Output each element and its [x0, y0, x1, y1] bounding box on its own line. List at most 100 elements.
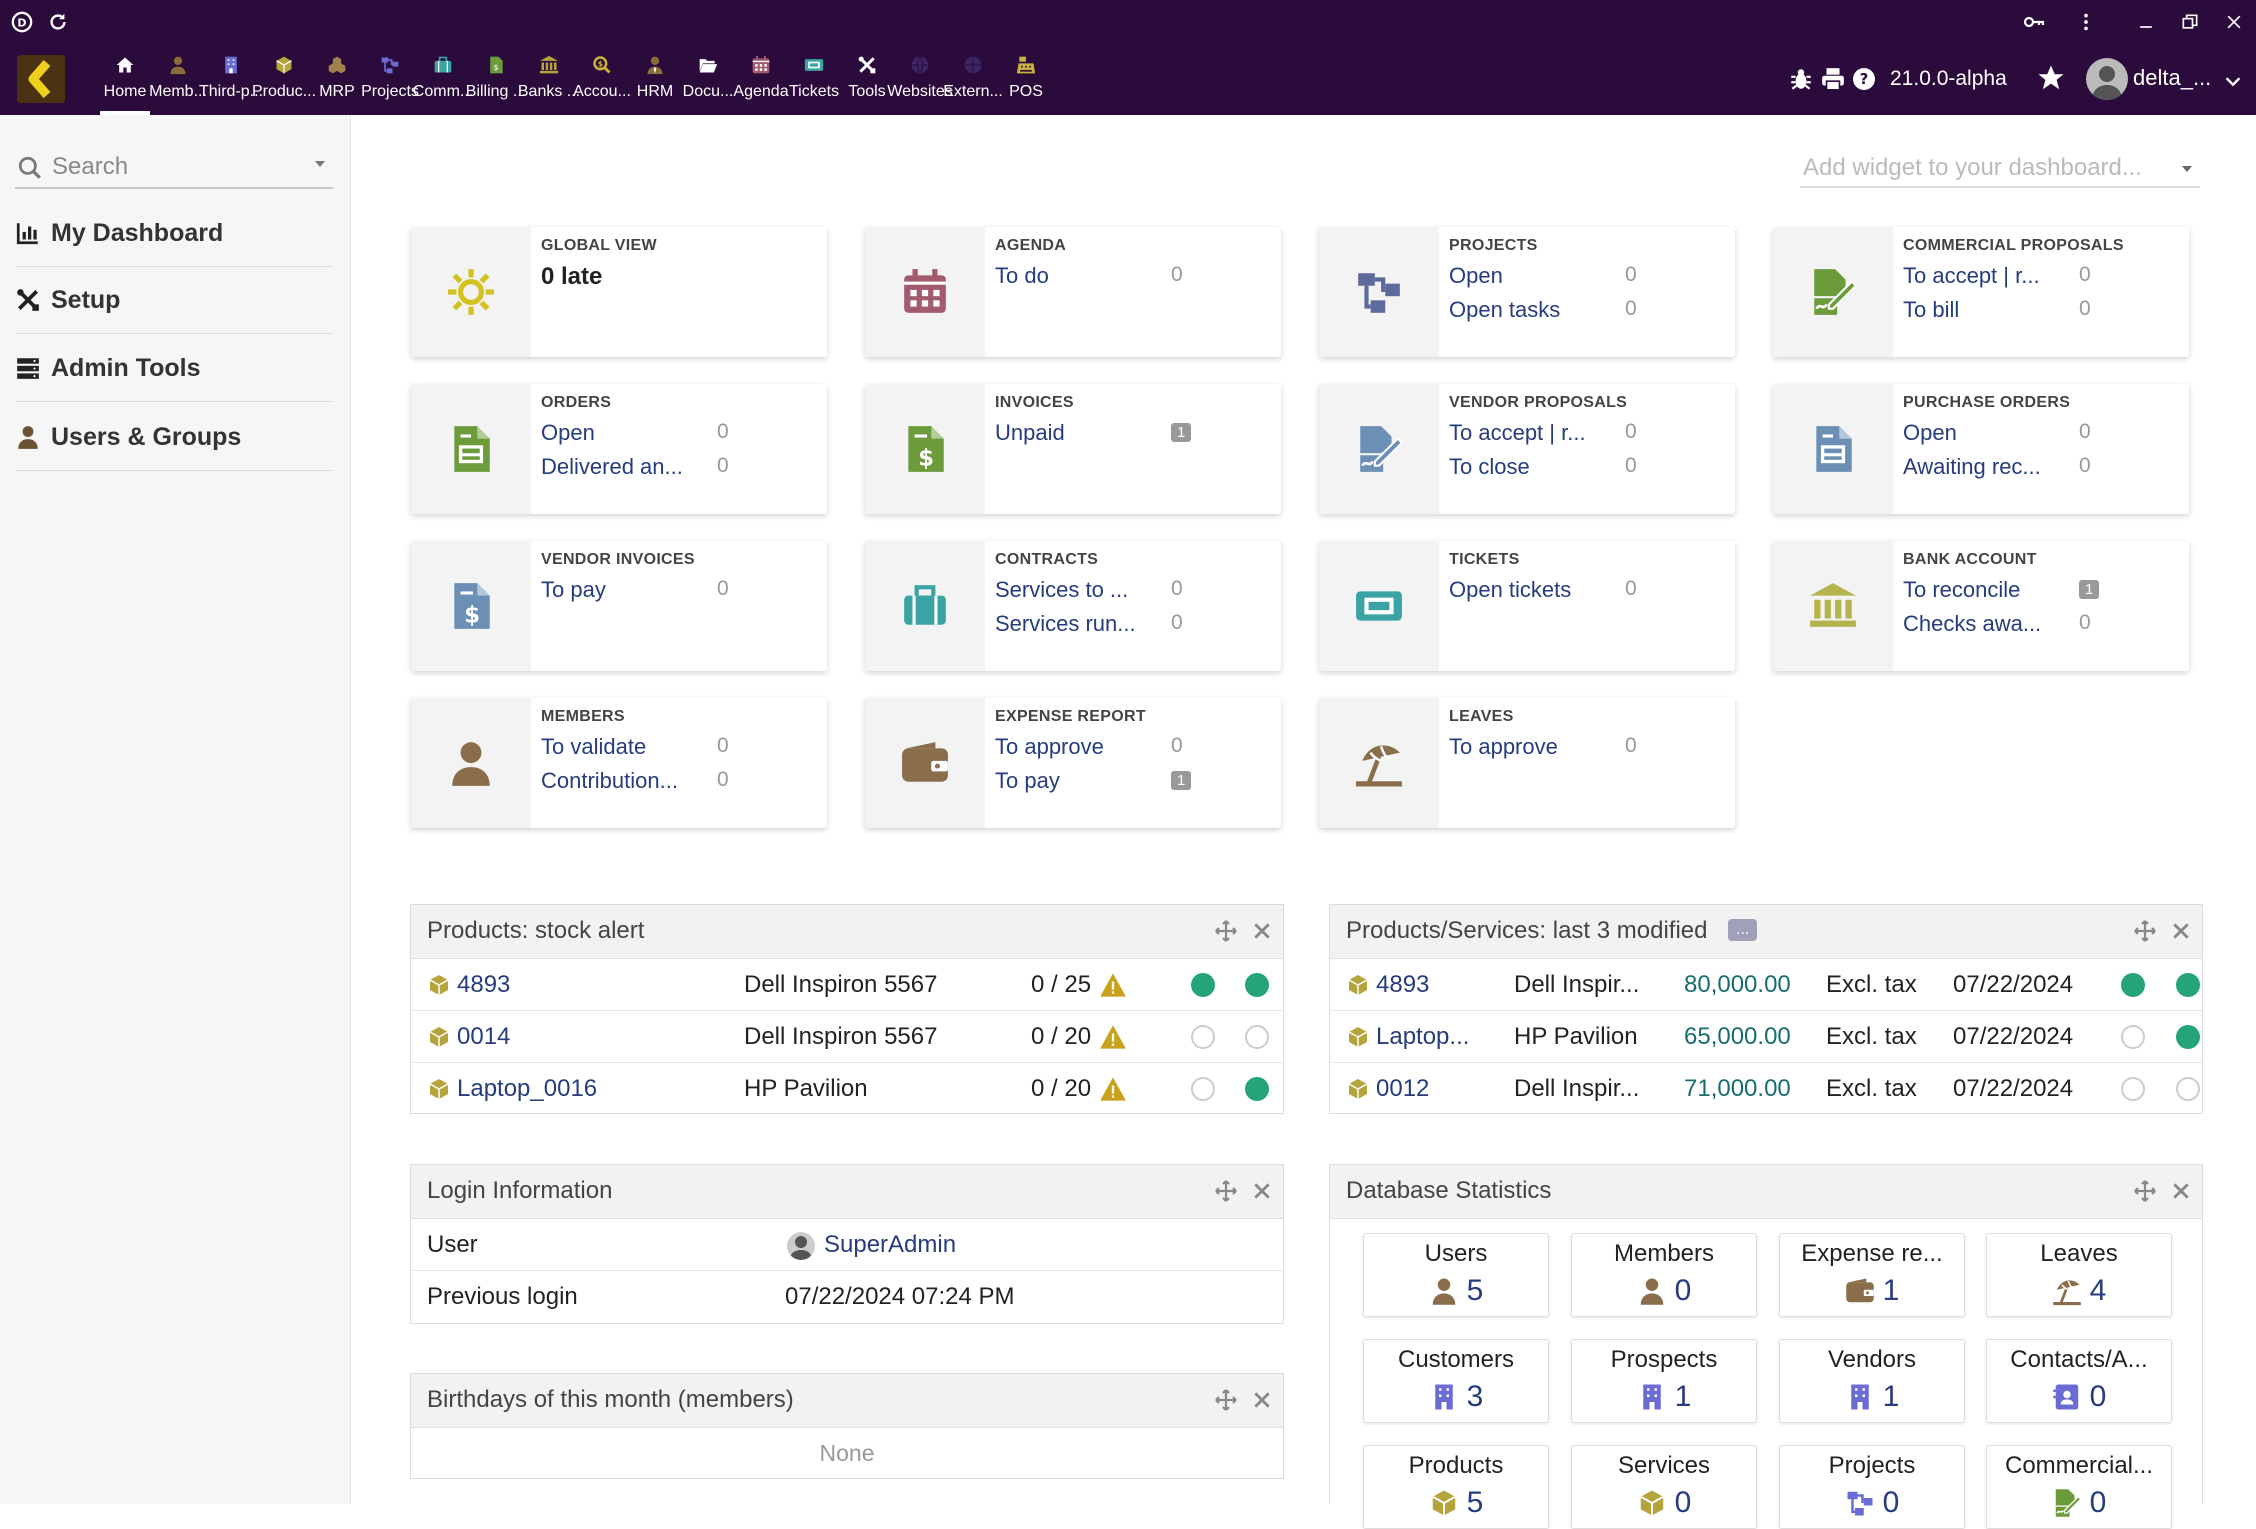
card-icon-box[interactable]: [1319, 384, 1439, 514]
stat-tile-projects[interactable]: Projects 0: [1779, 1445, 1965, 1529]
dolibarr-logo[interactable]: [17, 55, 65, 103]
card-row-label[interactable]: To approve: [1449, 734, 1609, 760]
card-icon-box[interactable]: [1773, 227, 1893, 357]
product-ref-link[interactable]: Laptop...: [1376, 1023, 1486, 1051]
card-row[interactable]: Open tickets 0: [1449, 577, 1729, 607]
caret-down-icon[interactable]: [315, 161, 325, 167]
card-row[interactable]: Services run... 0: [995, 611, 1275, 641]
card-icon-box[interactable]: [1773, 541, 1893, 671]
card-row-label[interactable]: Open: [1449, 263, 1609, 289]
close-icon[interactable]: [1249, 918, 1275, 944]
on-sale-status[interactable]: [1191, 973, 1215, 997]
card-row-label[interactable]: To pay: [995, 768, 1155, 794]
card-row[interactable]: Services to ... 0: [995, 577, 1275, 607]
menu-item-produc[interactable]: Produc...: [252, 55, 316, 111]
card-icon-box[interactable]: [411, 698, 531, 828]
card-icon-box[interactable]: [865, 698, 985, 828]
card-row-label[interactable]: Checks awa...: [1903, 611, 2063, 637]
product-ref-link[interactable]: 4893: [457, 971, 677, 999]
card-row-label[interactable]: Services run...: [995, 611, 1155, 637]
menu-item-tools[interactable]: Tools: [842, 55, 892, 111]
card-row[interactable]: Open 0: [1903, 420, 2183, 450]
menu-item-extern[interactable]: Extern...: [943, 55, 1003, 111]
card-row-label[interactable]: To do: [995, 263, 1155, 289]
on-sale-status[interactable]: [2121, 973, 2145, 997]
on-purchase-status[interactable]: [2176, 973, 2200, 997]
card-row[interactable]: Open tasks 0: [1449, 297, 1729, 327]
card-row[interactable]: To approve 0: [995, 734, 1275, 764]
card-row[interactable]: To pay 1: [995, 768, 1275, 798]
card-icon-box[interactable]: [1319, 541, 1439, 671]
sidebar-item-my-dashboard[interactable]: My Dashboard: [15, 201, 333, 267]
on-purchase-status[interactable]: [1245, 1025, 1269, 1049]
stat-tile-products[interactable]: Products 5: [1363, 1445, 1549, 1529]
avatar[interactable]: [2086, 58, 2128, 100]
close-icon[interactable]: [1249, 1387, 1275, 1413]
stat-tile-expense-re[interactable]: Expense re... 1: [1779, 1233, 1965, 1317]
card-row-label[interactable]: Services to ...: [995, 577, 1155, 603]
kebab-menu-icon[interactable]: [2072, 8, 2100, 36]
menu-item-hrm[interactable]: HRM: [630, 55, 680, 111]
move-icon[interactable]: [2132, 918, 2158, 944]
card-row-label[interactable]: Contribution...: [541, 768, 701, 794]
move-icon[interactable]: [1213, 1387, 1239, 1413]
card-row[interactable]: To close 0: [1449, 454, 1729, 484]
on-purchase-status[interactable]: [1245, 1077, 1269, 1101]
reload-icon[interactable]: [44, 8, 72, 36]
card-row[interactable]: To validate 0: [541, 734, 821, 764]
key-icon[interactable]: [2020, 8, 2048, 36]
stat-tile-members[interactable]: Members 0: [1571, 1233, 1757, 1317]
menu-item-docu[interactable]: Docu...: [683, 55, 733, 111]
more-badge[interactable]: ...: [1728, 919, 1758, 941]
stat-tile-services[interactable]: Services 0: [1571, 1445, 1757, 1529]
search-input[interactable]: Search: [15, 147, 333, 189]
card-icon-box[interactable]: [1319, 698, 1439, 828]
card-row-label[interactable]: To close: [1449, 454, 1609, 480]
sidebar-item-users-groups[interactable]: Users & Groups: [15, 405, 333, 471]
menu-item-accou[interactable]: $ Accou...: [573, 55, 631, 111]
card-big-value[interactable]: 0 late: [541, 263, 602, 291]
card-icon-box[interactable]: $: [865, 384, 985, 514]
card-row-label[interactable]: Open tasks: [1449, 297, 1609, 323]
minimize-icon[interactable]: [2132, 8, 2160, 36]
card-row[interactable]: Open 0: [1449, 263, 1729, 293]
on-sale-status[interactable]: [2121, 1025, 2145, 1049]
stat-tile-commercial[interactable]: Commercial... 0: [1986, 1445, 2172, 1529]
card-icon-box[interactable]: [411, 384, 531, 514]
on-purchase-status[interactable]: [2176, 1077, 2200, 1101]
menu-item-websites[interactable]: Websites: [887, 55, 953, 111]
menu-item-banks[interactable]: Banks ...: [518, 55, 580, 111]
card-row-label[interactable]: Open: [541, 420, 701, 446]
stat-tile-prospects[interactable]: Prospects 1: [1571, 1339, 1757, 1423]
sidebar-item-setup[interactable]: Setup: [15, 268, 333, 334]
menu-item-billing[interactable]: $ Billing ...: [466, 55, 526, 111]
card-row-label[interactable]: Delivered an...: [541, 454, 701, 480]
close-icon[interactable]: [2220, 8, 2248, 36]
card-row-label[interactable]: Awaiting rec...: [1903, 454, 2063, 480]
card-icon-box[interactable]: $: [411, 541, 531, 671]
stat-tile-customers[interactable]: Customers 3: [1363, 1339, 1549, 1423]
card-row-label[interactable]: Open: [1903, 420, 2063, 446]
sidebar-item-admin-tools[interactable]: Admin Tools: [15, 336, 333, 402]
card-row[interactable]: Awaiting rec... 0: [1903, 454, 2183, 484]
menu-item-mrp[interactable]: MRP: [312, 55, 362, 111]
card-row[interactable]: To reconcile 1: [1903, 577, 2183, 607]
close-icon[interactable]: [2168, 918, 2194, 944]
menu-item-memb[interactable]: Memb...: [149, 55, 207, 111]
restore-icon[interactable]: [2176, 8, 2204, 36]
card-row[interactable]: To bill 0: [1903, 297, 2183, 327]
card-row[interactable]: To accept | r... 0: [1903, 263, 2183, 293]
on-sale-status[interactable]: [2121, 1077, 2145, 1101]
product-ref-link[interactable]: Laptop_0016: [457, 1075, 677, 1103]
menu-item-projects[interactable]: Projects: [361, 55, 419, 111]
on-purchase-status[interactable]: [1245, 973, 1269, 997]
stat-tile-leaves[interactable]: Leaves 4: [1986, 1233, 2172, 1317]
user-link[interactable]: SuperAdmin: [824, 1231, 956, 1259]
on-sale-status[interactable]: [1191, 1025, 1215, 1049]
menu-item-agenda[interactable]: Agenda: [733, 55, 789, 111]
move-icon[interactable]: [1213, 918, 1239, 944]
user-menu-name[interactable]: delta_...: [2133, 65, 2211, 91]
card-row[interactable]: Unpaid 1: [995, 420, 1275, 450]
card-row[interactable]: Open 0: [541, 420, 821, 450]
product-ref-link[interactable]: 4893: [1376, 971, 1486, 999]
